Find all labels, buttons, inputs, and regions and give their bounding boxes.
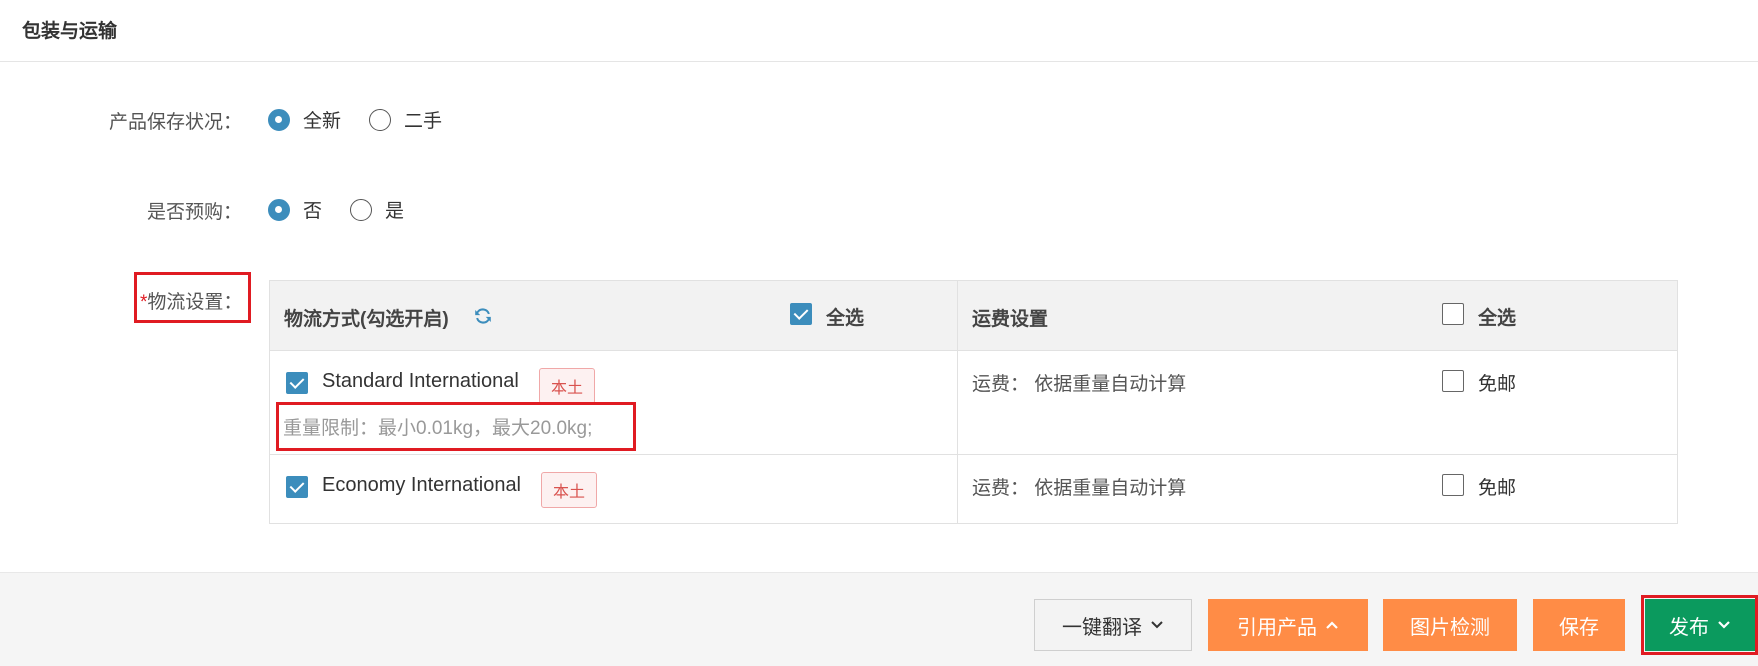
save-button[interactable]: 保存 bbox=[1533, 599, 1625, 651]
section-title: 包装与运输 bbox=[22, 21, 118, 42]
free-shipping-label: 免邮 bbox=[1478, 374, 1517, 395]
save-label: 保存 bbox=[1559, 616, 1599, 639]
condition-option-label: 二手 bbox=[404, 111, 443, 132]
fee-text: 运费： 依据重量自动计算 bbox=[972, 478, 1187, 499]
radio-checked-icon[interactable] bbox=[268, 198, 290, 221]
image-check-label: 图片检测 bbox=[1410, 616, 1490, 639]
reference-product-button[interactable]: 引用产品 bbox=[1208, 599, 1368, 651]
select-all-free-checkbox[interactable] bbox=[1442, 303, 1464, 325]
condition-option-new[interactable]: 全新 bbox=[268, 106, 341, 133]
presale-label: 是否预购： bbox=[146, 202, 242, 223]
select-all-method-label: 全选 bbox=[826, 308, 865, 329]
condition-label: 产品保存状况： bbox=[108, 112, 242, 133]
table-header: 物流方式(勾选开启) 全选 运费设置 全选 bbox=[270, 281, 1677, 351]
presale-option-label: 是 bbox=[385, 201, 405, 222]
refresh-icon[interactable] bbox=[472, 305, 494, 327]
method-checkbox[interactable] bbox=[286, 476, 308, 498]
local-tag: 本土 bbox=[541, 472, 598, 508]
method-name: Standard International bbox=[322, 370, 519, 392]
chevron-up-icon bbox=[1326, 621, 1338, 629]
translate-button[interactable]: 一键翻译 bbox=[1034, 599, 1192, 651]
section-header: 包装与运输 bbox=[0, 0, 1758, 62]
chevron-down-icon bbox=[1151, 621, 1163, 629]
presale-option-yes[interactable]: 是 bbox=[350, 196, 404, 223]
column-divider bbox=[957, 281, 958, 523]
shipping-table: 物流方式(勾选开启) 全选 运费设置 全选 Standard Internati… bbox=[269, 280, 1678, 524]
free-shipping-label: 免邮 bbox=[1478, 478, 1517, 499]
weight-limit: 重量限制：最小0.01kg，最大20.0kg; bbox=[283, 418, 593, 439]
select-all-free-label: 全选 bbox=[1478, 308, 1517, 329]
local-tag: 本土 bbox=[539, 368, 596, 404]
footer-toolbar: 一键翻译 引用产品 图片检测 保存 发布 bbox=[0, 572, 1758, 666]
radio-icon[interactable] bbox=[369, 108, 392, 131]
condition-option-label: 全新 bbox=[303, 111, 342, 132]
logistics-label-text: 物流设置： bbox=[147, 292, 243, 313]
radio-icon[interactable] bbox=[350, 198, 373, 221]
condition-option-used[interactable]: 二手 bbox=[369, 106, 442, 133]
free-shipping-checkbox[interactable] bbox=[1442, 370, 1464, 392]
logistics-label: *物流设置： bbox=[140, 287, 242, 314]
header-method: 物流方式(勾选开启) bbox=[284, 309, 449, 330]
header-fee: 运费设置 bbox=[972, 309, 1049, 330]
table-row: Economy International 本土 运费： 依据重量自动计算 免邮 bbox=[270, 455, 1677, 523]
condition-radio-group: 全新 二手 bbox=[268, 106, 470, 133]
publish-label: 发布 bbox=[1669, 616, 1709, 639]
reference-product-label: 引用产品 bbox=[1237, 616, 1317, 639]
publish-button[interactable]: 发布 bbox=[1645, 599, 1755, 651]
presale-option-no[interactable]: 否 bbox=[268, 196, 322, 223]
translate-button-label: 一键翻译 bbox=[1062, 616, 1142, 639]
image-check-button[interactable]: 图片检测 bbox=[1383, 599, 1517, 651]
table-row: Standard International 本土 重量限制：最小0.01kg，… bbox=[270, 351, 1677, 455]
radio-checked-icon[interactable] bbox=[268, 108, 290, 131]
chevron-down-icon bbox=[1718, 621, 1730, 629]
presale-radio-group: 否 是 bbox=[268, 196, 432, 223]
presale-option-label: 否 bbox=[303, 201, 323, 222]
method-name: Economy International bbox=[322, 474, 522, 496]
free-shipping-checkbox[interactable] bbox=[1442, 474, 1464, 496]
method-checkbox[interactable] bbox=[286, 372, 308, 394]
select-all-method-checkbox[interactable] bbox=[790, 303, 812, 325]
fee-text: 运费： 依据重量自动计算 bbox=[972, 374, 1187, 395]
